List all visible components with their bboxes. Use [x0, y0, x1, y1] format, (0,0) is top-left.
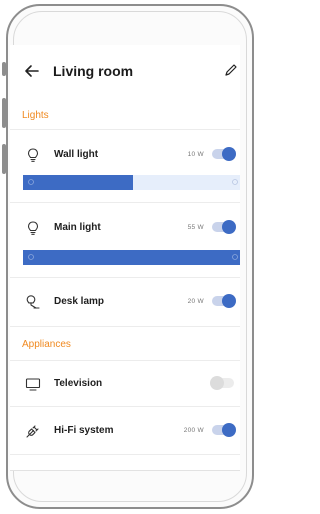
divider	[10, 360, 240, 361]
desk-lamp-toggle[interactable]	[212, 294, 236, 308]
pencil-icon[interactable]	[224, 63, 238, 77]
slider-fill	[23, 250, 240, 265]
desk-lamp-icon	[26, 295, 40, 309]
section-header-appliances: Appliances	[22, 339, 71, 350]
divider	[10, 326, 240, 327]
main-light-toggle[interactable]	[212, 220, 236, 234]
device-label: Hi-Fi system	[54, 425, 114, 436]
brightness-low-icon	[28, 179, 34, 185]
toggle-knob	[210, 376, 224, 390]
power-readout: 10 W	[187, 151, 204, 158]
toggle-knob	[222, 147, 236, 161]
bulb-icon	[27, 148, 39, 162]
app-header: Living room	[10, 55, 240, 89]
device-label: Wall light	[54, 149, 99, 160]
hifi-system-toggle[interactable]	[212, 423, 236, 437]
power-readout: 20 W	[187, 298, 204, 305]
wall-light-toggle[interactable]	[212, 147, 236, 161]
brightness-low-icon	[28, 254, 34, 260]
section-header-lights: Lights	[22, 110, 49, 121]
toggle-knob	[222, 294, 236, 308]
power-readout: 200 W	[183, 427, 204, 434]
toggle-knob	[222, 220, 236, 234]
divider	[10, 129, 240, 130]
page-title: Living room	[53, 63, 134, 79]
phone-side-button	[2, 62, 6, 76]
plug-icon	[26, 425, 39, 438]
device-row-wall-light[interactable]: Wall light 10 W	[10, 140, 240, 170]
divider	[10, 406, 240, 407]
app-screen: Living room Lights Wall light 10 W Main …	[10, 45, 240, 471]
phone-volume-down	[2, 144, 6, 174]
device-label: Desk lamp	[54, 296, 105, 307]
device-label: Television	[54, 378, 103, 389]
television-toggle[interactable]	[210, 376, 234, 390]
slider-fill	[23, 175, 133, 190]
toggle-knob	[222, 423, 236, 437]
device-row-television[interactable]: Television	[10, 369, 240, 399]
device-row-main-light[interactable]: Main light 55 W	[10, 213, 240, 243]
main-light-brightness-slider[interactable]	[23, 250, 240, 265]
brightness-high-icon	[232, 179, 238, 185]
divider	[10, 454, 240, 455]
tv-icon	[25, 378, 41, 391]
wall-light-brightness-slider[interactable]	[23, 175, 240, 190]
device-label: Main light	[54, 222, 101, 233]
device-row-hifi-system[interactable]: Hi-Fi system 200 W	[10, 416, 240, 446]
divider	[10, 277, 240, 278]
device-row-desk-lamp[interactable]: Desk lamp 20 W	[10, 287, 240, 317]
phone-volume-up	[2, 98, 6, 128]
brightness-high-icon	[232, 254, 238, 260]
divider	[10, 202, 240, 203]
arrow-left-icon[interactable]	[24, 63, 40, 79]
bulb-icon	[27, 221, 39, 235]
power-readout: 55 W	[187, 224, 204, 231]
